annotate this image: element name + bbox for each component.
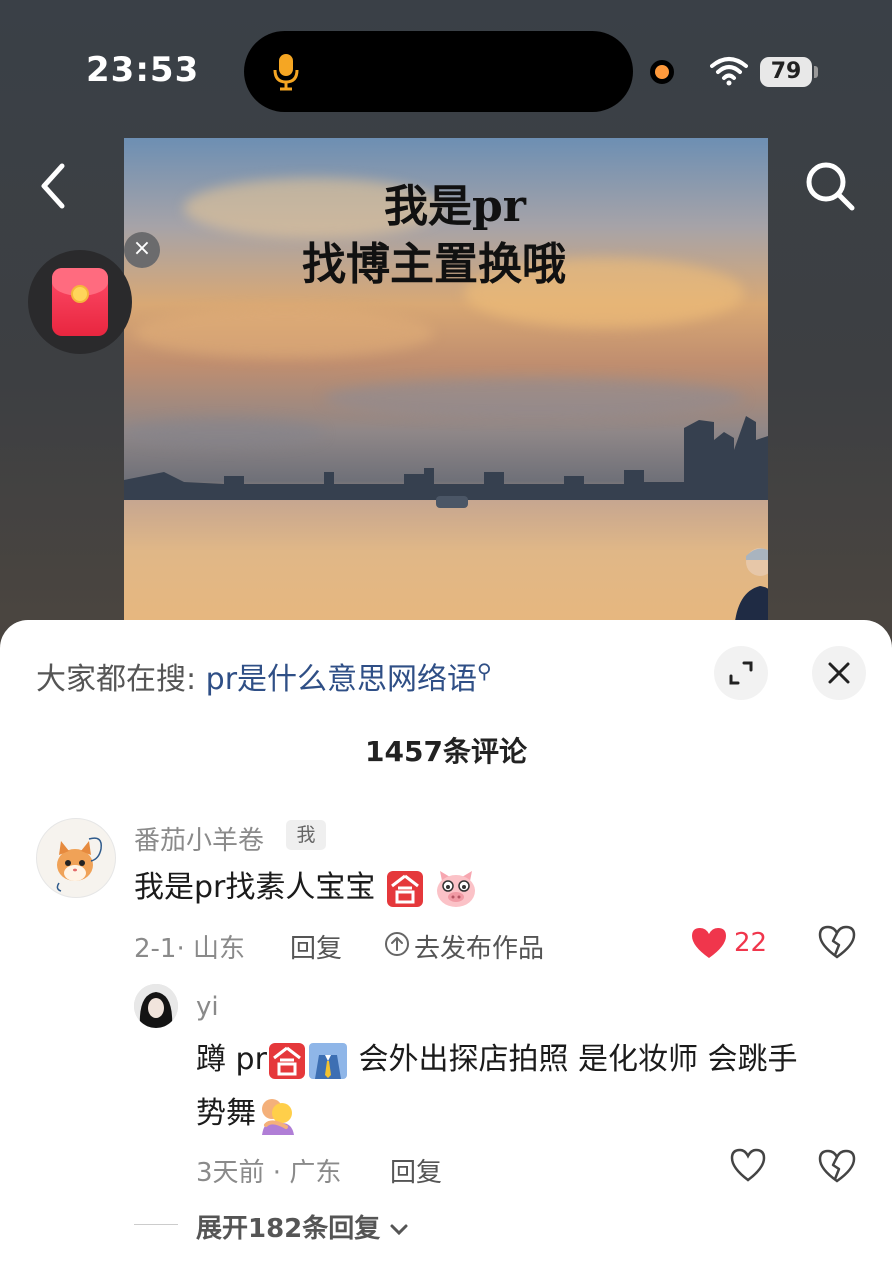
expand-replies-label: 展开182条回复 [196,1214,381,1244]
reply-avatar[interactable] [134,984,178,1028]
office-worker-emoji-icon [308,1042,347,1079]
search-small-icon: ⚲ [477,659,492,683]
hug-emoji-icon [262,1098,294,1135]
reply-text-line-2: 势舞 [196,1086,298,1142]
cat-avatar-icon [56,837,102,892]
lake-water [124,500,768,628]
reply-reply-button[interactable]: 回复 [390,1152,442,1189]
upload-icon [385,932,409,956]
person-figure [734,548,768,628]
reply-avatar-image [134,984,178,1028]
comment-text-content: 我是pr找素人宝宝 [134,870,376,905]
expand-replies-button[interactable]: 展开182条回复 [196,1208,409,1245]
avatar[interactable] [36,818,116,898]
battery-indicator: 79 [760,57,812,87]
battery-cap [814,66,818,78]
reply-button[interactable]: 回复 [290,928,342,965]
heart-icon[interactable] [690,926,728,960]
broken-heart-icon[interactable] [818,924,856,960]
comment-username[interactable]: 番茄小羊卷 [134,820,264,857]
reply-text-part-3: 势舞 [196,1096,256,1131]
comment-text: 我是pr找素人宝宝 [134,860,478,916]
hot-search-term[interactable]: pr是什么意思网络语 [206,662,477,697]
expand-icon [729,661,753,685]
close-icon[interactable]: × [124,232,160,268]
recording-indicator [650,60,674,84]
publish-work-button[interactable]: 去发布作品 [414,928,544,965]
hot-search-label: 大家都在搜: [36,662,197,697]
reply-text-line-1: 蹲 pr 会外出探店拍照 是化妆师 会跳手 [196,1032,798,1088]
reply-text-part-2: 会外出探店拍照 是化妆师 会跳手 [348,1042,798,1077]
comment-count: 1457条评论 [365,735,527,768]
broken-heart-icon[interactable] [818,1148,856,1184]
like-count: 22 [734,928,768,958]
chevron-down-icon [390,1224,408,1235]
red-envelope-button[interactable] [28,250,132,354]
he-emoji-icon [386,870,423,907]
caption-line-2: 找博主置换哦 [302,239,566,290]
post-image[interactable]: 我是pr 找博主置换哦 [124,138,768,628]
divider-line [134,1224,178,1225]
microphone-icon [273,54,299,91]
wifi-icon [710,57,748,86]
comment-date-location: 2-1· 山东 [134,934,245,964]
hot-search-bar[interactable]: 大家都在搜: pr是什么意思网络语⚲ [36,654,492,698]
reply-username[interactable]: yi [196,992,219,1022]
red-envelope-icon [52,268,108,336]
boat [436,496,468,508]
he-emoji-icon [268,1042,305,1079]
reply-date-location: 3天前 · 广东 [196,1158,342,1188]
city-skyline [124,416,768,500]
pig-emoji-icon [437,870,476,907]
search-icon[interactable] [802,158,858,214]
status-time: 23:53 [86,50,200,90]
heart-icon[interactable] [730,1148,766,1182]
close-sheet-button[interactable] [812,646,866,700]
expand-button[interactable] [714,646,768,700]
me-badge: 我 [286,820,326,850]
reply-text-part-1: 蹲 pr [196,1042,267,1077]
close-icon [828,662,850,684]
back-icon[interactable] [36,160,72,212]
comment-sheet: 大家都在搜: pr是什么意思网络语⚲ 1457条评论 番茄小羊卷 我 我是pr找… [0,620,892,1280]
dynamic-island [244,31,633,112]
caption-line-1: 我是pr [384,181,526,232]
